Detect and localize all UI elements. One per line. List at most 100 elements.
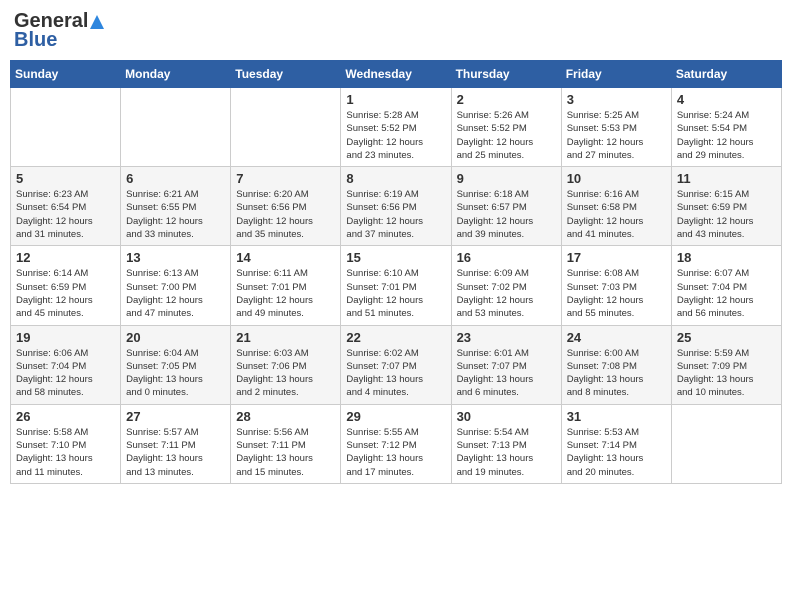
day-number: 25 xyxy=(677,330,776,345)
day-info: Sunrise: 5:55 AM Sunset: 7:12 PM Dayligh… xyxy=(346,426,445,479)
calendar-week-row: 12 Sunrise: 6:14 AM Sunset: 6:59 PM Dayli… xyxy=(11,246,782,325)
day-info: Sunrise: 6:00 AM Sunset: 7:08 PM Dayligh… xyxy=(567,347,666,400)
day-number: 7 xyxy=(236,171,335,186)
day-info: Sunrise: 6:13 AM Sunset: 7:00 PM Dayligh… xyxy=(126,267,225,320)
day-number: 27 xyxy=(126,409,225,424)
day-info: Sunrise: 6:23 AM Sunset: 6:54 PM Dayligh… xyxy=(16,188,115,241)
day-info: Sunrise: 6:06 AM Sunset: 7:04 PM Dayligh… xyxy=(16,347,115,400)
calendar-cell: 23 Sunrise: 6:01 AM Sunset: 7:07 PM Dayli… xyxy=(451,325,561,404)
day-number: 28 xyxy=(236,409,335,424)
weekday-header-wednesday: Wednesday xyxy=(341,61,451,88)
day-info: Sunrise: 6:04 AM Sunset: 7:05 PM Dayligh… xyxy=(126,347,225,400)
calendar-cell: 29 Sunrise: 5:55 AM Sunset: 7:12 PM Dayli… xyxy=(341,404,451,483)
day-number: 11 xyxy=(677,171,776,186)
day-number: 22 xyxy=(346,330,445,345)
calendar-cell: 1 Sunrise: 5:28 AM Sunset: 5:52 PM Daylig… xyxy=(341,88,451,167)
day-number: 12 xyxy=(16,250,115,265)
day-info: Sunrise: 5:28 AM Sunset: 5:52 PM Dayligh… xyxy=(346,109,445,162)
day-info: Sunrise: 6:16 AM Sunset: 6:58 PM Dayligh… xyxy=(567,188,666,241)
weekday-header-row: SundayMondayTuesdayWednesdayThursdayFrid… xyxy=(11,61,782,88)
day-number: 31 xyxy=(567,409,666,424)
weekday-header-sunday: Sunday xyxy=(11,61,121,88)
day-number: 8 xyxy=(346,171,445,186)
calendar-cell: 22 Sunrise: 6:02 AM Sunset: 7:07 PM Dayli… xyxy=(341,325,451,404)
day-number: 21 xyxy=(236,330,335,345)
day-number: 24 xyxy=(567,330,666,345)
logo-text-blue: Blue xyxy=(14,29,57,52)
day-number: 4 xyxy=(677,92,776,107)
calendar-week-row: 19 Sunrise: 6:06 AM Sunset: 7:04 PM Dayli… xyxy=(11,325,782,404)
calendar-cell: 6Sunrise: 6:21 AM Sunset: 6:55 PM Daylig… xyxy=(121,167,231,246)
day-number: 20 xyxy=(126,330,225,345)
day-number: 17 xyxy=(567,250,666,265)
calendar-cell: 27 Sunrise: 5:57 AM Sunset: 7:11 PM Dayli… xyxy=(121,404,231,483)
day-info: Sunrise: 5:24 AM Sunset: 5:54 PM Dayligh… xyxy=(677,109,776,162)
weekday-header-monday: Monday xyxy=(121,61,231,88)
calendar-cell: 5 Sunrise: 6:23 AM Sunset: 6:54 PM Daylig… xyxy=(11,167,121,246)
day-number: 15 xyxy=(346,250,445,265)
day-number: 18 xyxy=(677,250,776,265)
day-info: Sunrise: 6:08 AM Sunset: 7:03 PM Dayligh… xyxy=(567,267,666,320)
calendar-cell: 14 Sunrise: 6:11 AM Sunset: 7:01 PM Dayli… xyxy=(231,246,341,325)
day-number: 23 xyxy=(457,330,556,345)
weekday-header-tuesday: Tuesday xyxy=(231,61,341,88)
day-number: 5 xyxy=(16,171,115,186)
day-info: Sunrise: 5:59 AM Sunset: 7:09 PM Dayligh… xyxy=(677,347,776,400)
calendar-week-row: 26Sunrise: 5:58 AM Sunset: 7:10 PM Dayli… xyxy=(11,404,782,483)
day-number: 3 xyxy=(567,92,666,107)
calendar-cell: 26Sunrise: 5:58 AM Sunset: 7:10 PM Dayli… xyxy=(11,404,121,483)
weekday-header-saturday: Saturday xyxy=(671,61,781,88)
calendar-cell: 25 Sunrise: 5:59 AM Sunset: 7:09 PM Dayli… xyxy=(671,325,781,404)
weekday-header-friday: Friday xyxy=(561,61,671,88)
calendar-cell: 21 Sunrise: 6:03 AM Sunset: 7:06 PM Dayli… xyxy=(231,325,341,404)
day-info: Sunrise: 6:18 AM Sunset: 6:57 PM Dayligh… xyxy=(457,188,556,241)
calendar-week-row: 1 Sunrise: 5:28 AM Sunset: 5:52 PM Daylig… xyxy=(11,88,782,167)
day-info: Sunrise: 5:57 AM Sunset: 7:11 PM Dayligh… xyxy=(126,426,225,479)
day-number: 14 xyxy=(236,250,335,265)
day-number: 29 xyxy=(346,409,445,424)
calendar-cell: 19 Sunrise: 6:06 AM Sunset: 7:04 PM Dayli… xyxy=(11,325,121,404)
day-info: Sunrise: 6:01 AM Sunset: 7:07 PM Dayligh… xyxy=(457,347,556,400)
day-info: Sunrise: 6:11 AM Sunset: 7:01 PM Dayligh… xyxy=(236,267,335,320)
logo-icon xyxy=(88,13,106,31)
day-info: Sunrise: 6:19 AM Sunset: 6:56 PM Dayligh… xyxy=(346,188,445,241)
calendar-cell: 11 Sunrise: 6:15 AM Sunset: 6:59 PM Dayli… xyxy=(671,167,781,246)
calendar-cell: 10 Sunrise: 6:16 AM Sunset: 6:58 PM Dayli… xyxy=(561,167,671,246)
calendar-cell: 3Sunrise: 5:25 AM Sunset: 5:53 PM Daylig… xyxy=(561,88,671,167)
calendar-cell xyxy=(11,88,121,167)
day-info: Sunrise: 5:26 AM Sunset: 5:52 PM Dayligh… xyxy=(457,109,556,162)
calendar: SundayMondayTuesdayWednesdayThursdayFrid… xyxy=(10,60,782,484)
calendar-cell: 2 Sunrise: 5:26 AM Sunset: 5:52 PM Daylig… xyxy=(451,88,561,167)
calendar-cell: 24 Sunrise: 6:00 AM Sunset: 7:08 PM Dayli… xyxy=(561,325,671,404)
weekday-header-thursday: Thursday xyxy=(451,61,561,88)
day-info: Sunrise: 6:02 AM Sunset: 7:07 PM Dayligh… xyxy=(346,347,445,400)
calendar-cell: 12 Sunrise: 6:14 AM Sunset: 6:59 PM Dayli… xyxy=(11,246,121,325)
day-info: Sunrise: 6:10 AM Sunset: 7:01 PM Dayligh… xyxy=(346,267,445,320)
day-info: Sunrise: 5:54 AM Sunset: 7:13 PM Dayligh… xyxy=(457,426,556,479)
calendar-cell: 4 Sunrise: 5:24 AM Sunset: 5:54 PM Daylig… xyxy=(671,88,781,167)
calendar-cell: 20 Sunrise: 6:04 AM Sunset: 7:05 PM Dayli… xyxy=(121,325,231,404)
day-info: Sunrise: 6:20 AM Sunset: 6:56 PM Dayligh… xyxy=(236,188,335,241)
calendar-cell: 8 Sunrise: 6:19 AM Sunset: 6:56 PM Daylig… xyxy=(341,167,451,246)
day-number: 1 xyxy=(346,92,445,107)
calendar-cell: 31Sunrise: 5:53 AM Sunset: 7:14 PM Dayli… xyxy=(561,404,671,483)
calendar-cell: 28Sunrise: 5:56 AM Sunset: 7:11 PM Dayli… xyxy=(231,404,341,483)
day-info: Sunrise: 6:03 AM Sunset: 7:06 PM Dayligh… xyxy=(236,347,335,400)
calendar-cell: 30 Sunrise: 5:54 AM Sunset: 7:13 PM Dayli… xyxy=(451,404,561,483)
day-number: 19 xyxy=(16,330,115,345)
day-info: Sunrise: 5:58 AM Sunset: 7:10 PM Dayligh… xyxy=(16,426,115,479)
day-number: 10 xyxy=(567,171,666,186)
day-number: 2 xyxy=(457,92,556,107)
day-number: 30 xyxy=(457,409,556,424)
day-info: Sunrise: 6:14 AM Sunset: 6:59 PM Dayligh… xyxy=(16,267,115,320)
day-number: 6 xyxy=(126,171,225,186)
calendar-cell: 17 Sunrise: 6:08 AM Sunset: 7:03 PM Dayli… xyxy=(561,246,671,325)
calendar-cell xyxy=(121,88,231,167)
calendar-cell xyxy=(231,88,341,167)
day-number: 13 xyxy=(126,250,225,265)
day-number: 16 xyxy=(457,250,556,265)
calendar-cell xyxy=(671,404,781,483)
day-info: Sunrise: 6:15 AM Sunset: 6:59 PM Dayligh… xyxy=(677,188,776,241)
calendar-cell: 16Sunrise: 6:09 AM Sunset: 7:02 PM Dayli… xyxy=(451,246,561,325)
calendar-cell: 9Sunrise: 6:18 AM Sunset: 6:57 PM Daylig… xyxy=(451,167,561,246)
